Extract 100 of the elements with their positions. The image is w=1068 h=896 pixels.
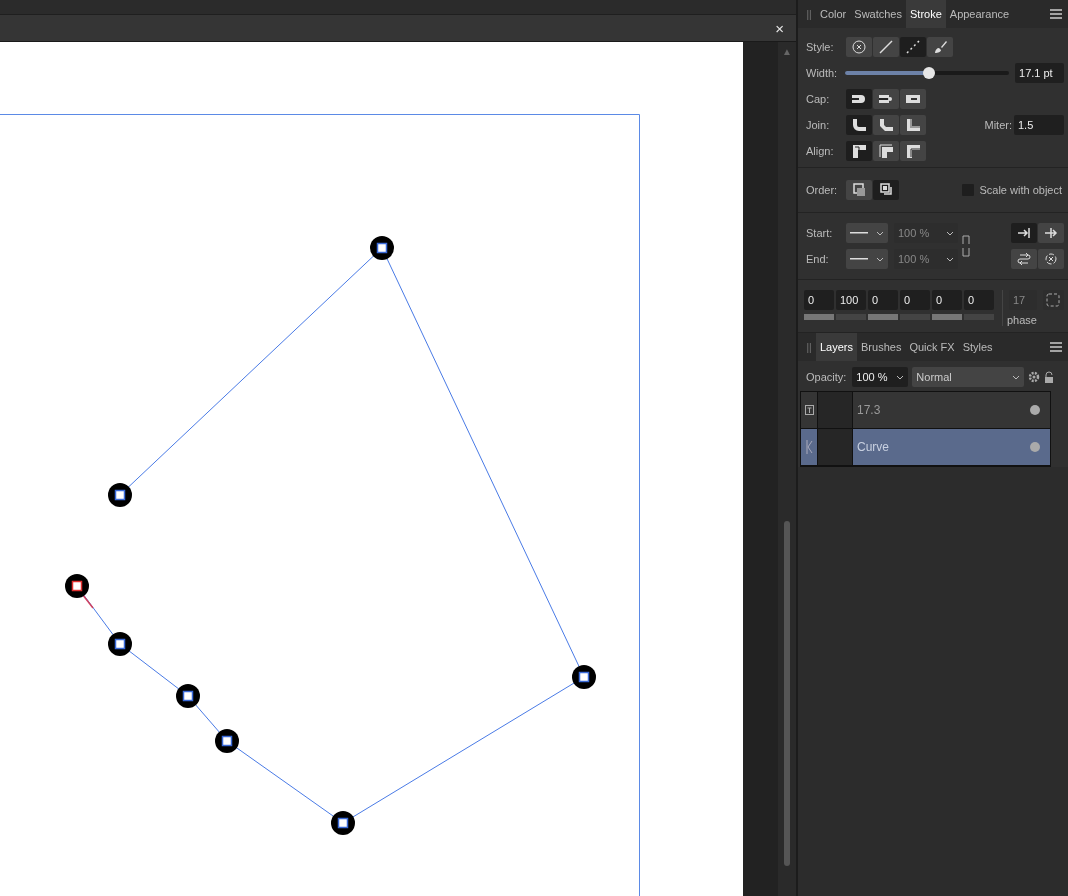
layer-name: 17.3 [856, 403, 882, 417]
line-icon [850, 232, 868, 234]
option-button[interactable] [873, 141, 899, 161]
panel-tab[interactable]: Layers [816, 333, 858, 361]
dash-field[interactable]: 0 [932, 290, 962, 310]
layer-row[interactable]: Curve [801, 429, 1050, 466]
panel-tab[interactable]: Quick FX [905, 333, 959, 361]
stroke-front-icon [878, 183, 894, 197]
layer-row[interactable]: 17.3 [801, 392, 1050, 429]
chevron-icon [946, 256, 954, 262]
panel-tab[interactable]: Brushes [857, 333, 906, 361]
dashed-square-icon [1046, 293, 1061, 307]
dash-field[interactable]: 0 [804, 290, 834, 310]
panel-tab[interactable]: Styles [958, 333, 997, 361]
panel-tab[interactable]: Swatches [850, 0, 906, 28]
line-icon [850, 258, 868, 260]
field-label: Style: [806, 41, 835, 53]
node-handle[interactable] [108, 632, 132, 656]
stroke-behind-icon [851, 183, 867, 197]
panel-tab[interactable]: Stroke [906, 0, 946, 28]
field-label: Align: [806, 145, 835, 157]
option-button[interactable] [846, 115, 872, 135]
panel-tab[interactable]: Color [816, 0, 851, 28]
chevron-icon [946, 230, 954, 236]
option-button[interactable] [846, 180, 872, 200]
node-handle[interactable] [176, 684, 200, 708]
option-button[interactable] [846, 37, 872, 57]
arrow-option-button[interactable] [1038, 249, 1064, 269]
node-handle[interactable] [108, 483, 132, 507]
visibility-dot[interactable] [1030, 405, 1040, 415]
arrowhead-dropdown[interactable] [846, 249, 888, 269]
option-button[interactable] [900, 141, 926, 161]
dash-field[interactable]: 0 [900, 290, 930, 310]
slider-thumb[interactable] [922, 67, 935, 79]
opacity-field[interactable]: 100 % [852, 367, 909, 387]
panel-tab[interactable]: Appearance [945, 0, 1014, 28]
field-label: Join: [806, 119, 831, 131]
arrowhead-dropdown[interactable] [846, 223, 888, 243]
node-handle[interactable] [215, 729, 239, 753]
option-button[interactable] [900, 115, 926, 135]
visibility-dot[interactable] [1030, 442, 1040, 452]
align-icon [851, 144, 867, 158]
dashed-line-icon [905, 40, 921, 54]
option-button[interactable] [873, 180, 899, 200]
field-label: End: [806, 253, 830, 265]
menu-icon[interactable] [1050, 9, 1062, 19]
text-layer-icon [804, 405, 814, 415]
arrow-option-button[interactable] [1011, 223, 1037, 243]
chevron-icon [1012, 374, 1021, 380]
field-label: Miter: [984, 119, 1012, 131]
arrow-option-button[interactable] [1038, 223, 1064, 243]
lock-icon[interactable] [1044, 371, 1055, 383]
option-button[interactable] [846, 141, 872, 161]
cap-icon [851, 92, 867, 106]
dash-bar [932, 314, 962, 320]
dash-field[interactable]: 100 [836, 290, 866, 310]
curve-layer-icon [805, 440, 813, 454]
dash-field[interactable]: 0 [868, 290, 898, 310]
field-label: Cap: [806, 93, 831, 105]
join-icon [878, 118, 894, 132]
option-button[interactable] [873, 89, 899, 109]
link-icon[interactable] [962, 235, 970, 257]
arrow-icon [1016, 226, 1032, 240]
layer-name: Curve [856, 440, 890, 454]
swap-icon [1016, 252, 1032, 266]
chevron-icon [896, 374, 905, 380]
menu-icon[interactable] [1050, 342, 1062, 352]
join-icon [851, 118, 867, 132]
scroll-thumb[interactable] [784, 521, 790, 866]
option-button[interactable] [900, 89, 926, 109]
arrow-option-button[interactable] [1011, 249, 1037, 269]
align-icon [878, 144, 894, 158]
field-label: Width: [806, 67, 839, 79]
close-button[interactable]: × [773, 19, 786, 37]
dash-bar [868, 314, 898, 320]
dash-field[interactable]: 0 [964, 290, 994, 310]
chevron-icon [876, 230, 884, 236]
dash-bar [804, 314, 834, 320]
cap-icon [905, 92, 921, 106]
option-button[interactable] [873, 37, 899, 57]
join-icon [905, 118, 921, 132]
node-handle[interactable] [370, 236, 394, 260]
option-button[interactable] [873, 115, 899, 135]
field-label: Order: [806, 184, 839, 196]
node-handle[interactable] [572, 665, 596, 689]
blend-mode-dropdown[interactable]: Normal [912, 367, 1025, 387]
settings-icon[interactable] [1028, 371, 1041, 383]
field-label: Start: [806, 227, 834, 239]
cap-icon [878, 92, 894, 106]
option-button[interactable] [846, 89, 872, 109]
option-button[interactable] [927, 37, 953, 57]
node-handle[interactable] [65, 574, 89, 598]
reset-icon [1043, 252, 1059, 266]
node-handle[interactable] [331, 811, 355, 835]
checkbox-label: Scale with object [979, 184, 1062, 196]
chevron-icon [876, 256, 884, 262]
width-field[interactable]: 17.1 pt [1015, 63, 1064, 83]
miter-field[interactable]: 1.5 [1014, 115, 1064, 135]
field-label: Opacity: [806, 371, 847, 383]
line-icon [878, 40, 894, 54]
